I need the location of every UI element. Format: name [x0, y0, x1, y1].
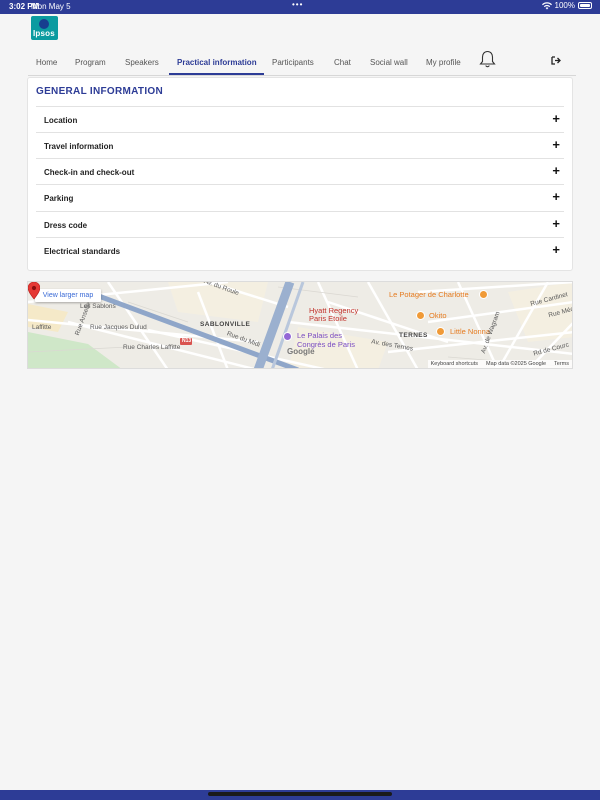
- map-attribution: Keyboard shortcuts Map data ©2025 Google…: [427, 360, 572, 368]
- restaurant-icon[interactable]: [479, 290, 488, 299]
- map-label-okito: Okito: [429, 311, 447, 320]
- status-right: 100%: [541, 1, 592, 10]
- accordion-travel-information[interactable]: Travel information +: [36, 132, 564, 158]
- keyboard-shortcuts-link[interactable]: Keyboard shortcuts: [431, 361, 478, 367]
- nav-chat[interactable]: Chat: [334, 58, 351, 67]
- logo-mark: [39, 19, 49, 29]
- map-label-little-nonna: Little Nonna: [450, 327, 491, 336]
- accordion-parking[interactable]: Parking +: [36, 184, 564, 210]
- battery-icon: [578, 2, 592, 9]
- map-label-charles-laffitte: Rue Charles Laffitte: [123, 344, 181, 351]
- map-label-hotel-line2: Paris Etoile: [309, 314, 347, 323]
- terms-link[interactable]: Terms: [554, 361, 569, 367]
- status-date: Mon May 5: [31, 2, 71, 11]
- plus-icon[interactable]: +: [552, 138, 560, 151]
- active-tab-indicator: [169, 73, 264, 75]
- accordion-electrical-standards[interactable]: Electrical standards +: [36, 237, 564, 263]
- restaurant-icon[interactable]: [436, 327, 445, 336]
- logo-text: Ipsos: [33, 29, 55, 38]
- plus-icon[interactable]: +: [552, 217, 560, 230]
- map-label-laffitte: Laffitte: [32, 324, 52, 331]
- home-indicator[interactable]: [208, 792, 392, 796]
- view-larger-map-link[interactable]: View larger map: [35, 289, 101, 302]
- accordion-label: Location: [44, 116, 78, 125]
- ipsos-logo[interactable]: Ipsos: [31, 16, 58, 40]
- status-bar: 3:02 PM Mon May 5 ••• 100%: [0, 0, 600, 14]
- map-label-ternes: TERNES: [399, 332, 428, 339]
- nav-home[interactable]: Home: [36, 58, 57, 67]
- google-logo: Google: [287, 347, 315, 356]
- restaurant-icon[interactable]: [416, 311, 425, 320]
- map-label-potager: Le Potager de Charlotte: [389, 290, 469, 299]
- map-data-text: Map data ©2025 Google: [486, 361, 547, 367]
- plus-icon[interactable]: +: [552, 243, 560, 256]
- palais-poi-icon[interactable]: [283, 332, 292, 341]
- accordion-label: Travel information: [44, 142, 114, 151]
- map-label-n13: N13: [182, 338, 192, 344]
- map-pin-icon[interactable]: [28, 282, 40, 299]
- plus-icon[interactable]: +: [552, 112, 560, 125]
- nav-practical-information[interactable]: Practical information: [177, 58, 257, 67]
- accordion-location[interactable]: Location +: [36, 106, 564, 132]
- accordion-check-in-check-out[interactable]: Check-in and check-out +: [36, 158, 564, 184]
- main-nav: Home Program Speakers Practical informat…: [28, 50, 576, 76]
- nav-program[interactable]: Program: [75, 58, 106, 67]
- plus-icon[interactable]: +: [552, 164, 560, 177]
- map-label-sablonville: SABLONVILLE: [200, 321, 251, 328]
- map-label-jacques-dulud: Rue Jacques Dulud: [90, 324, 147, 331]
- accordion-dress-code[interactable]: Dress code +: [36, 211, 564, 237]
- bell-icon[interactable]: [479, 50, 496, 69]
- nav-participants[interactable]: Participants: [272, 58, 314, 67]
- battery-percent: 100%: [554, 1, 575, 10]
- nav-social-wall[interactable]: Social wall: [370, 58, 408, 67]
- logout-icon[interactable]: [551, 56, 561, 65]
- nav-my-profile[interactable]: My profile: [426, 58, 461, 67]
- general-information-card: GENERAL INFORMATION Location + Travel in…: [27, 77, 573, 271]
- accordion-label: Electrical standards: [44, 247, 121, 256]
- accordion-label: Parking: [44, 194, 74, 203]
- map-label-palais-line1: Le Palais des: [297, 331, 343, 340]
- plus-icon[interactable]: +: [552, 190, 560, 203]
- multitask-dots[interactable]: •••: [292, 0, 303, 9]
- location-map[interactable]: View larger map Les Sablons Rue Jacques …: [27, 281, 573, 369]
- accordion-label: Check-in and check-out: [44, 168, 135, 177]
- section-title: GENERAL INFORMATION: [36, 86, 163, 97]
- accordion-label: Dress code: [44, 221, 88, 230]
- nav-speakers[interactable]: Speakers: [125, 58, 159, 67]
- wifi-icon: [541, 1, 552, 9]
